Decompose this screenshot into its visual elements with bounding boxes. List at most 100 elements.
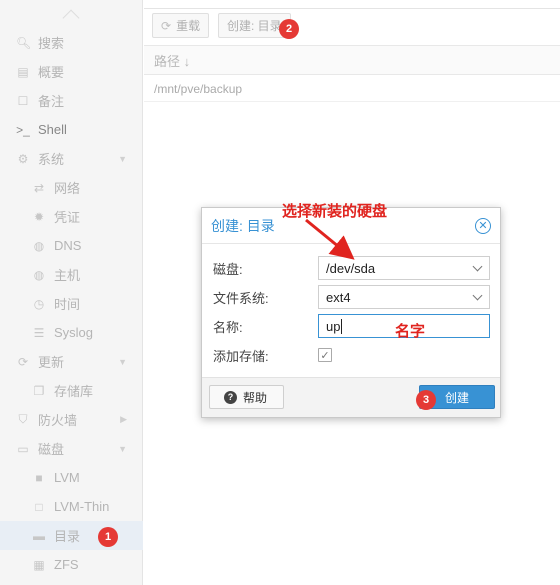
chevron-down-icon[interactable]: ▼ (118, 444, 127, 454)
sidebar-item-label: 更新 (38, 355, 65, 370)
shield-icon: ⛉ (18, 412, 28, 426)
book-icon: ▤ (17, 64, 29, 79)
sidebar-item-system[interactable]: ⚙ 系统 ▼ (0, 144, 143, 173)
sidebar-item-disks[interactable]: ▭ 磁盘 ▼ (0, 434, 143, 463)
sidebar-item-syslog[interactable]: ☰ Syslog (0, 318, 143, 347)
sidebar-item-label: DNS (54, 238, 82, 253)
close-icon[interactable]: ✕ (475, 218, 491, 234)
sidebar-item-label: Syslog (54, 325, 94, 340)
column-header-path[interactable]: 路径 ↓ (144, 45, 560, 75)
clock-icon: ◷ (33, 296, 45, 311)
sidebar-item-label: 存储库 (54, 384, 94, 399)
add-storage-row: 添加存储: (213, 343, 493, 367)
step-badge-3: 3 (416, 390, 436, 410)
text-cursor (341, 318, 343, 334)
note-icon: ☐ (17, 93, 29, 108)
step-badge-1: 1 (98, 527, 118, 547)
sidebar-item-zfs[interactable]: ▦ ZFS (0, 550, 143, 579)
exchange-icon: ⇄ (33, 180, 45, 195)
terminal-icon: >_ (16, 122, 30, 137)
globe-icon: ◍ (33, 267, 45, 282)
certificate-icon: ✹ (33, 209, 45, 224)
disk-select[interactable]: /dev/sda (318, 256, 490, 280)
dialog-title: 创建: 目录 (211, 217, 275, 234)
sidebar-item-label: 系统 (38, 152, 65, 167)
sidebar-item-label: Shell (38, 122, 67, 137)
chevron-right-icon[interactable]: ▶ (120, 414, 127, 425)
sidebar-item-lvm[interactable]: ■ LVM (0, 463, 143, 492)
step-badge-2: 2 (279, 19, 299, 39)
table-row[interactable]: /mnt/pve/backup (144, 76, 560, 102)
sidebar-item-hosts[interactable]: ◍ 主机 (0, 260, 143, 289)
sidebar-item-label: 防火墙 (38, 413, 78, 428)
filesystem-select-value: ext4 (326, 289, 351, 305)
divider (144, 8, 560, 9)
square-outline-icon: □ (35, 499, 43, 514)
disk-label: 磁盘: (213, 261, 243, 277)
refresh-icon: ⟳ (161, 18, 172, 33)
sidebar-item-summary[interactable]: ▤ 概要 (0, 57, 143, 86)
sidebar-item-label: 网络 (54, 181, 81, 196)
filesystem-label: 文件系统: (213, 290, 269, 306)
files-icon: ❐ (33, 383, 45, 398)
sidebar-collapse-strip[interactable] (0, 0, 142, 27)
list-icon: ☰ (33, 325, 45, 340)
sidebar-item-certificates[interactable]: ✹ 凭证 (0, 202, 143, 231)
reload-button-label: 重载 (176, 19, 201, 33)
sidebar-item-label: 备注 (38, 94, 65, 109)
add-storage-checkbox[interactable]: ✓ (318, 348, 332, 362)
sidebar-item-label: 凭证 (54, 210, 81, 225)
globe-icon: ◍ (33, 238, 45, 253)
sidebar-item-time[interactable]: ◷ 时间 (0, 289, 143, 318)
help-button[interactable]: ? 帮助 (209, 385, 284, 409)
sidebar-item-updates[interactable]: ⟳ 更新 ▼ (0, 347, 143, 376)
chevron-down-icon[interactable] (472, 261, 483, 272)
gears-icon: ⚙ (17, 151, 29, 166)
sidebar-item-label: 目录 (54, 529, 81, 544)
name-input-value: up (326, 318, 341, 334)
sidebar-item-label: LVM-Thin (54, 499, 110, 514)
check-icon: ✓ (320, 349, 330, 362)
search-icon: 🔍︎ (16, 35, 32, 50)
sidebar-item-search[interactable]: 🔍︎ 搜索 (0, 28, 143, 57)
sidebar-item-label: LVM (54, 470, 80, 485)
sidebar-item-firewall[interactable]: ⛉ 防火墙 ▶ (0, 405, 143, 434)
column-header-label: 路径 ↓ (154, 53, 191, 69)
annotation-choose-disk: 选择新装的硬盘 (282, 202, 388, 220)
sidebar-item-label: 时间 (54, 297, 81, 312)
chevron-down-icon[interactable]: ▼ (118, 154, 127, 164)
dialog-footer: ? 帮助 创建 (202, 377, 500, 417)
create-button-label: 创建 (444, 390, 469, 405)
create-directory-button-label: 创建: 目录 (227, 19, 282, 33)
help-button-label: 帮助 (243, 390, 268, 405)
hdd-icon: ▭ (17, 441, 29, 456)
disk-select-value: /dev/sda (326, 260, 376, 276)
sidebar-item-label: 主机 (54, 268, 81, 283)
create-directory-dialog: 创建: 目录 ✕ 磁盘: /dev/sda 文件系统: ext4 名称: up … (201, 207, 501, 418)
sidebar-item-dns[interactable]: ◍ DNS (0, 231, 143, 260)
name-label: 名称: (213, 319, 243, 335)
reload-button[interactable]: ⟳ 重载 (152, 13, 210, 38)
chevron-down-icon[interactable]: ▼ (118, 357, 127, 367)
sidebar-item-label: ZFS (54, 557, 79, 572)
folder-icon: ▬ (33, 528, 45, 543)
sidebar-item-label: 搜索 (38, 36, 65, 51)
sidebar-item-directory[interactable]: ▬ 目录 (0, 521, 143, 550)
sidebar: 🔍︎ 搜索 ▤ 概要 ☐ 备注 >_ Shell ⚙ 系统 ▼ ⇄ 网络 ✹ 凭… (0, 0, 143, 585)
sidebar-item-lvm-thin[interactable]: □ LVM-Thin (0, 492, 143, 521)
square-icon: ■ (35, 470, 43, 485)
sidebar-item-label: 概要 (38, 65, 65, 80)
refresh-icon: ⟳ (17, 354, 29, 369)
chevron-down-icon[interactable] (472, 290, 483, 301)
sidebar-item-shell[interactable]: >_ Shell (0, 115, 143, 144)
sidebar-item-network[interactable]: ⇄ 网络 (0, 173, 143, 202)
th-large-icon: ▦ (33, 557, 45, 572)
table-cell-path: /mnt/pve/backup (154, 81, 243, 96)
add-storage-label: 添加存储: (213, 348, 269, 364)
sidebar-item-label: 磁盘 (38, 442, 65, 457)
sidebar-item-repositories[interactable]: ❐ 存储库 (0, 376, 143, 405)
annotation-name-hint: 名字 (395, 322, 426, 340)
sidebar-item-notes[interactable]: ☐ 备注 (0, 86, 143, 115)
chevron-up-icon (62, 9, 80, 27)
filesystem-select[interactable]: ext4 (318, 285, 490, 309)
